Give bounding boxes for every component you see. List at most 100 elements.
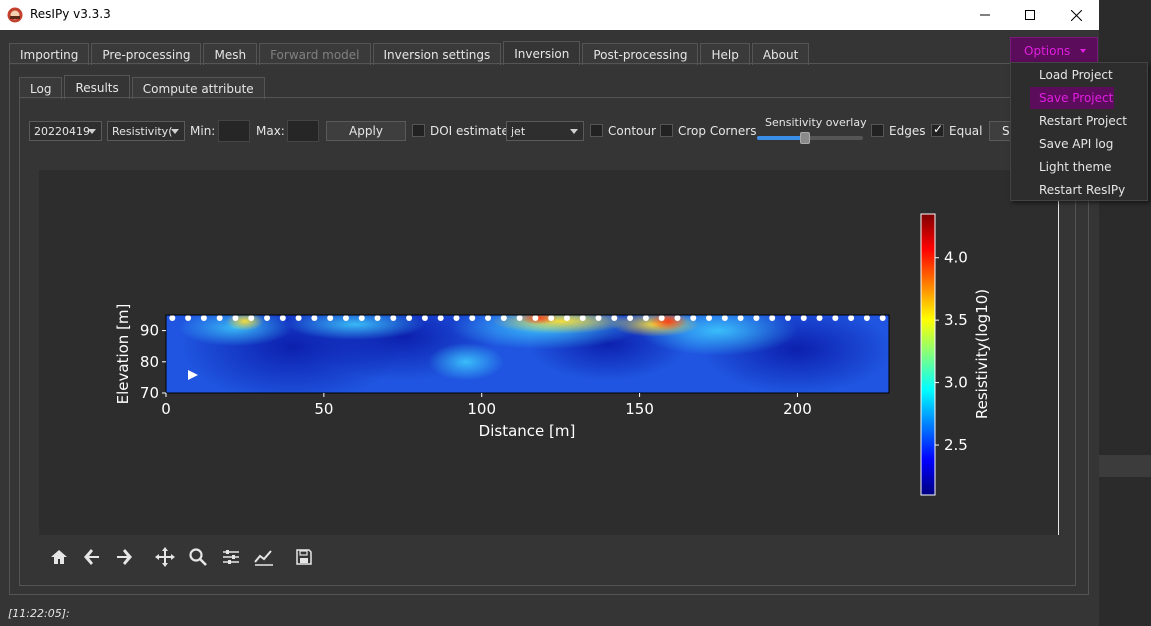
electrode-marker: [421, 315, 428, 321]
window-title: ResIPy v3.3.3: [30, 7, 111, 21]
resistivity-patch: [491, 315, 631, 334]
chevron-down-icon: [88, 129, 96, 134]
electrode-marker: [453, 315, 460, 321]
min-input[interactable]: [218, 120, 250, 142]
electrode-marker: [516, 315, 523, 321]
sensitivity-slider-fill: [757, 136, 805, 140]
save-button[interactable]: Sa: [989, 121, 1011, 141]
y-axis-label: Elevation [m]: [114, 304, 132, 405]
pan-icon[interactable]: [154, 546, 176, 568]
tab-mesh[interactable]: Mesh: [203, 43, 258, 65]
electrode-marker: [169, 315, 176, 321]
min-label: Min:: [190, 124, 216, 138]
contour-checkbox[interactable]: [590, 124, 603, 137]
tab-inversion-settings[interactable]: Inversion settings: [372, 43, 502, 65]
electrode-marker: [295, 315, 302, 321]
electrode-marker: [627, 315, 634, 321]
menu-item-load-project[interactable]: Load Project: [1030, 64, 1146, 86]
electrode-marker: [563, 315, 570, 321]
tab-pre-processing[interactable]: Pre-processing: [91, 43, 202, 65]
colorbar-tick-label: 3.0: [944, 374, 968, 392]
options-button[interactable]: Options: [1010, 37, 1098, 65]
electrode-marker: [674, 315, 681, 321]
tab-post-processing[interactable]: Post-processing: [582, 43, 699, 65]
colorbar: [920, 213, 936, 496]
colorbar-tick-label: 3.5: [944, 311, 968, 329]
tab-results[interactable]: Results: [64, 75, 130, 99]
electrode-marker: [579, 315, 586, 321]
doi-label: DOI estimate: [430, 124, 509, 138]
status-bar-text: [11:22:05]:: [8, 607, 70, 620]
crop-corners-label: Crop Corners: [678, 124, 757, 138]
tab-log[interactable]: Log: [19, 77, 63, 99]
electrode-marker: [848, 315, 855, 321]
configure-subplots-icon[interactable]: [220, 546, 242, 568]
max-input[interactable]: [287, 120, 319, 142]
zoom-icon[interactable]: [187, 546, 209, 568]
edit-axes-icon[interactable]: [253, 546, 275, 568]
menu-item-restart-project[interactable]: Restart Project: [1030, 110, 1146, 132]
attribute-select[interactable]: Resistivity(: [107, 121, 185, 141]
electrode-marker: [279, 315, 286, 321]
chevron-down-icon: [1080, 49, 1086, 53]
crop-corners-checkbox[interactable]: [660, 124, 673, 137]
sub-tab-bar: Log Results Compute attribute: [19, 75, 267, 99]
sensitivity-slider-handle[interactable]: [799, 132, 810, 144]
max-label: Max:: [256, 124, 285, 138]
x-tick-label: 0: [161, 400, 171, 418]
electrode-marker: [532, 315, 539, 321]
chevron-down-icon: [570, 129, 578, 134]
electrode-marker: [248, 315, 255, 321]
tab-importing[interactable]: Importing: [9, 43, 90, 65]
electrode-marker: [611, 315, 618, 321]
contour-label: Contour: [608, 124, 656, 138]
colormap-select-value: jet: [511, 124, 526, 138]
minimize-icon[interactable]: [962, 0, 1008, 30]
options-menu: Load Project Save Project Restart Projec…: [1010, 62, 1148, 201]
electrode-marker: [737, 315, 744, 321]
x-tick-label: 50: [314, 400, 333, 418]
dataset-select-value: 20220419: [34, 124, 90, 138]
tab-inversion[interactable]: Inversion: [503, 41, 581, 65]
equal-checkbox[interactable]: [931, 122, 944, 137]
electrode-marker: [753, 315, 760, 321]
colorbar-label: Resistivity(log10): [973, 289, 991, 419]
y-tick-label: 90: [140, 322, 159, 340]
menu-item-save-api-log[interactable]: Save API log: [1030, 133, 1146, 155]
edges-checkbox[interactable]: [871, 124, 884, 137]
sensitivity-label: Sensitivity overlay: [765, 116, 867, 129]
attribute-select-value: Resistivity(: [112, 124, 173, 138]
colorbar-tick-label: 2.5: [944, 436, 968, 454]
tab-compute-attribute[interactable]: Compute attribute: [131, 77, 265, 99]
electrode-marker: [500, 315, 507, 321]
y-tick-label: 80: [140, 353, 159, 371]
close-icon[interactable]: [1053, 0, 1099, 30]
forward-icon[interactable]: [113, 546, 135, 568]
maximize-icon[interactable]: [1007, 0, 1053, 30]
electrode-marker: [264, 315, 271, 321]
title-bar: ResIPy v3.3.3: [0, 0, 1099, 30]
electrode-marker: [185, 315, 192, 321]
colormap-select[interactable]: jet: [506, 121, 584, 141]
dataset-select[interactable]: 20220419: [29, 121, 102, 141]
apply-button[interactable]: Apply: [326, 121, 406, 141]
electrode-marker: [642, 315, 649, 321]
electrode-marker: [784, 315, 791, 321]
back-icon[interactable]: [81, 546, 103, 568]
save-figure-icon[interactable]: [293, 546, 315, 568]
electrode-marker: [706, 315, 713, 321]
home-icon[interactable]: [48, 546, 70, 568]
main-tab-bar: Importing Pre-processing Mesh Forward mo…: [9, 41, 811, 65]
x-tick-label: 200: [783, 400, 812, 418]
menu-item-save-project[interactable]: Save Project: [1030, 87, 1114, 109]
tab-about[interactable]: About: [751, 43, 810, 65]
electrode-marker: [216, 315, 223, 321]
electrode-marker: [358, 315, 365, 321]
doi-checkbox[interactable]: [412, 124, 425, 137]
tab-help[interactable]: Help: [700, 43, 750, 65]
electrode-marker: [232, 315, 239, 321]
electrode-marker: [800, 315, 807, 321]
menu-item-light-theme[interactable]: Light theme: [1030, 156, 1146, 178]
chevron-down-icon: [171, 129, 179, 134]
menu-item-restart-resipy[interactable]: Restart ResIPy: [1030, 179, 1146, 201]
